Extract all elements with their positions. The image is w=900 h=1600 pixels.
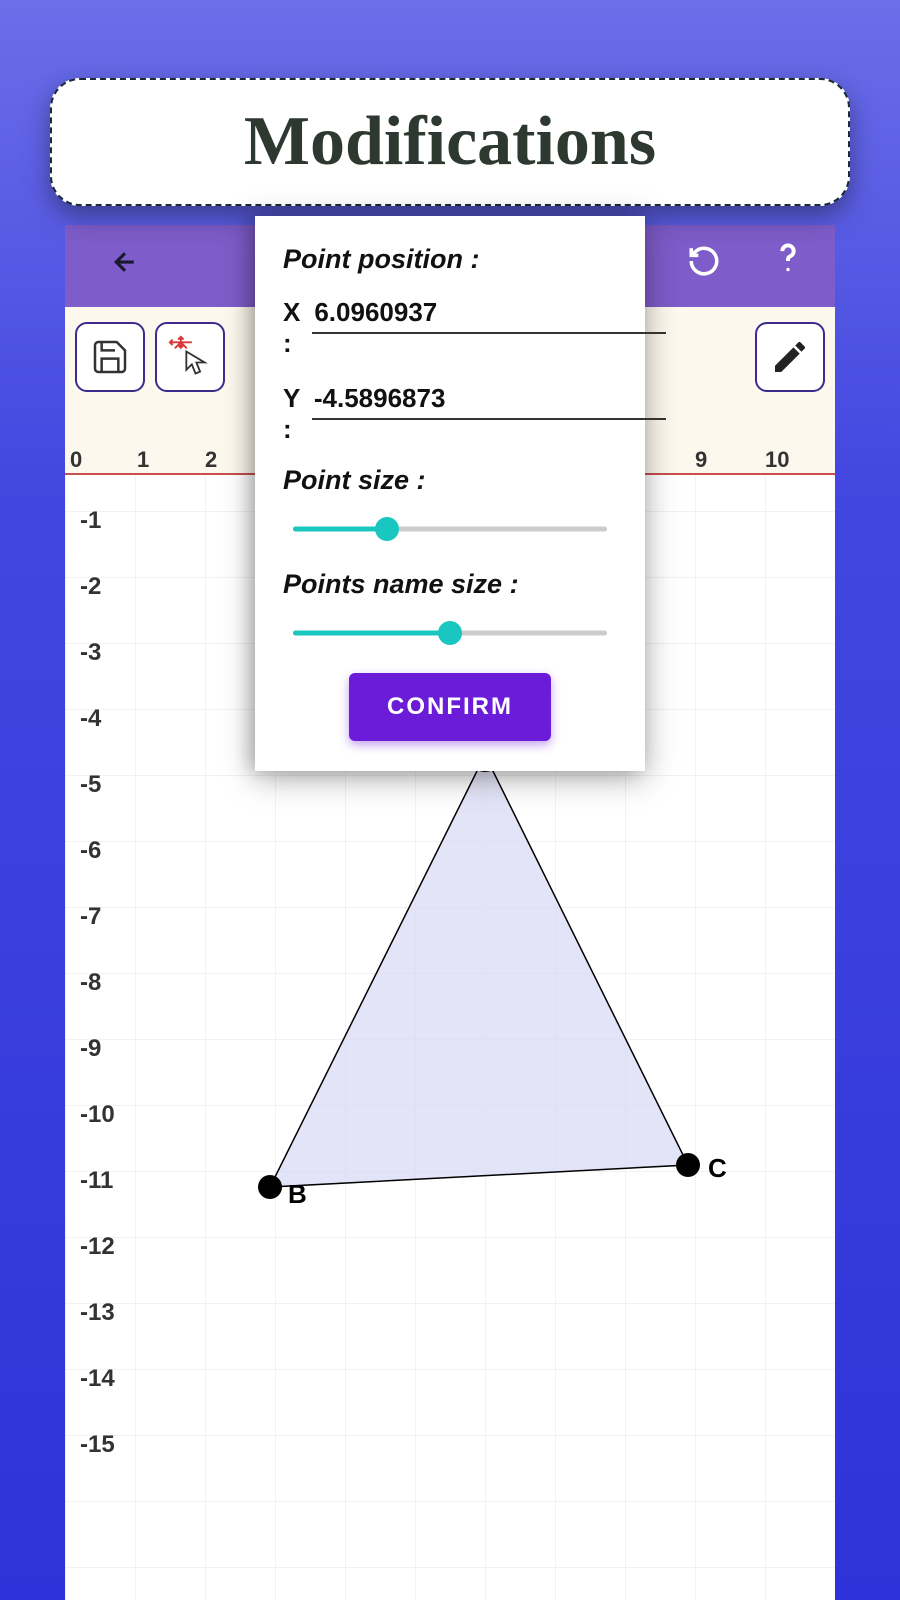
y-tick: -8 <box>80 969 101 997</box>
y-tick: -4 <box>80 705 101 733</box>
y-label: Y : <box>283 383 300 445</box>
y-tick: -7 <box>80 903 101 931</box>
y-tick: -2 <box>80 573 101 601</box>
y-tick: -13 <box>80 1299 115 1327</box>
x-tick: 2 <box>205 447 217 473</box>
edit-button[interactable] <box>755 322 825 392</box>
x-tick: 0 <box>70 447 82 473</box>
y-input[interactable] <box>312 379 666 420</box>
y-tick: -15 <box>80 1431 115 1459</box>
header-actions <box>687 239 805 293</box>
y-row: Y : <box>283 379 617 445</box>
slider-thumb[interactable] <box>375 517 399 541</box>
point-edit-modal: Point position : X : Y : Point size : Po… <box>255 216 645 771</box>
x-tick: 10 <box>765 447 789 473</box>
y-tick: -10 <box>80 1101 115 1129</box>
point-size-slider[interactable] <box>293 514 607 544</box>
y-tick: -14 <box>80 1365 115 1393</box>
x-input[interactable] <box>312 293 666 334</box>
slider-thumb[interactable] <box>438 621 462 645</box>
move-button[interactable] <box>155 322 225 392</box>
y-tick: -9 <box>80 1035 101 1063</box>
y-tick: -5 <box>80 771 101 799</box>
confirm-button[interactable]: CONFIRM <box>349 673 551 741</box>
name-size-slider[interactable] <box>293 618 607 648</box>
y-tick: -6 <box>80 837 101 865</box>
y-tick: -11 <box>80 1167 113 1195</box>
page-title: Modifications <box>244 102 656 182</box>
help-icon[interactable] <box>771 239 805 293</box>
title-card: Modifications <box>50 78 850 206</box>
x-tick: 1 <box>137 447 149 473</box>
svg-text:B: B <box>288 1179 307 1209</box>
y-tick: -12 <box>80 1233 115 1261</box>
position-label: Point position : <box>283 244 617 275</box>
y-tick: -3 <box>80 639 101 667</box>
name-size-label: Points name size : <box>283 569 617 600</box>
y-tick: -1 <box>80 507 101 535</box>
undo-icon[interactable] <box>687 244 721 288</box>
x-label: X : <box>283 297 300 359</box>
point-size-label: Point size : <box>283 465 617 496</box>
x-tick: 9 <box>695 447 707 473</box>
x-row: X : <box>283 293 617 359</box>
back-icon[interactable] <box>110 247 140 285</box>
save-button[interactable] <box>75 322 145 392</box>
svg-text:C: C <box>708 1153 727 1183</box>
